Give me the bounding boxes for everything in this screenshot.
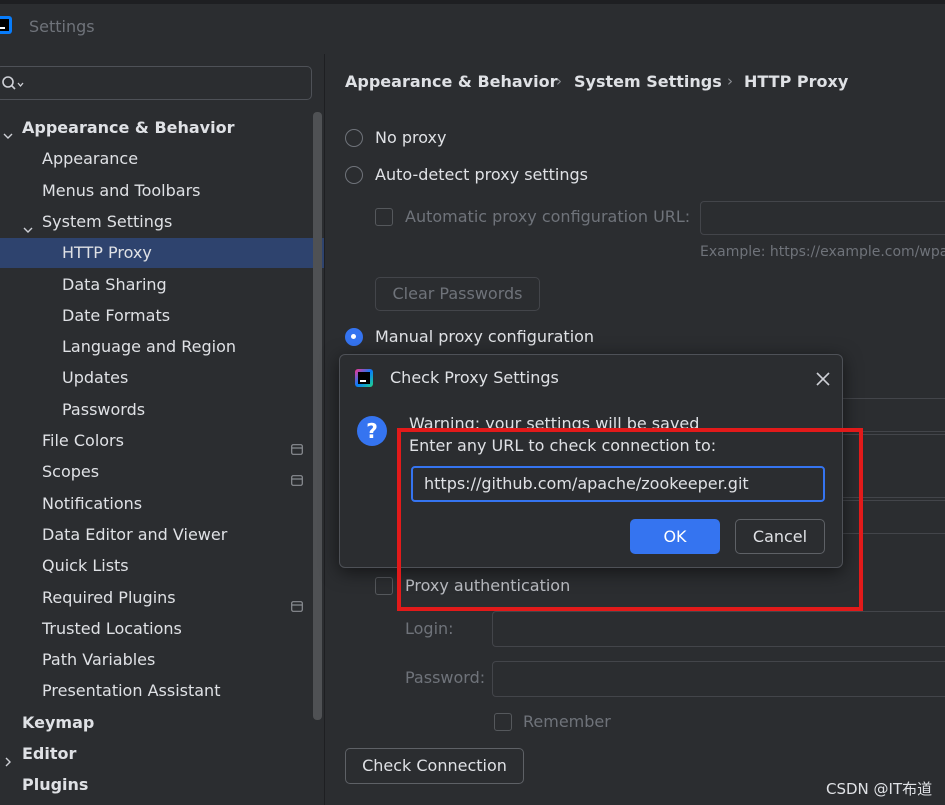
- sidebar-item-keymap[interactable]: Keymap: [0, 708, 324, 738]
- sidebar-item-label: Appearance: [42, 149, 139, 168]
- window-title: Settings: [29, 17, 95, 36]
- sidebar-item-system-settings[interactable]: System Settings: [0, 207, 324, 237]
- auto-detect-radio[interactable]: [345, 166, 363, 184]
- sidebar-item-notifications[interactable]: Notifications: [0, 489, 324, 519]
- sidebar-item-path-variables[interactable]: Path Variables: [0, 645, 324, 675]
- sidebar-item-label: Presentation Assistant: [42, 681, 221, 700]
- sidebar-item-label: Language and Region: [62, 337, 237, 356]
- breadcrumb-current: HTTP Proxy: [744, 72, 849, 91]
- sidebar-item-label: Required Plugins: [42, 588, 176, 607]
- sidebar-item-data-editor-and-viewer[interactable]: Data Editor and Viewer: [0, 520, 324, 550]
- sidebar-item-label: Notifications: [42, 494, 143, 513]
- manual-proxy-label: Manual proxy configuration: [375, 327, 595, 346]
- sidebar-item-editor[interactable]: Editor: [0, 739, 324, 769]
- svg-text:?: ?: [366, 419, 378, 443]
- sidebar-item-label: HTTP Proxy: [62, 243, 152, 262]
- app-logo-icon: [0, 16, 12, 34]
- project-level-icon: [291, 435, 303, 455]
- breadcrumb-item[interactable]: System Settings: [574, 72, 722, 91]
- settings-search-input[interactable]: [0, 66, 312, 100]
- search-icon[interactable]: [2, 76, 24, 92]
- annotation-highlight-box: [397, 428, 863, 611]
- dialog-app-icon: [355, 369, 373, 387]
- sidebar-item-label: Data Sharing: [62, 275, 167, 294]
- proxy-auth-checkbox[interactable]: [375, 577, 393, 595]
- project-level-icon: [291, 466, 303, 486]
- sidebar-item-plugins[interactable]: Plugins: [0, 770, 324, 800]
- sidebar-item-label: File Colors: [42, 431, 124, 450]
- sidebar-item-label: Plugins: [22, 775, 89, 794]
- auto-config-url-input[interactable]: [700, 201, 945, 235]
- sidebar-item-label: Updates: [62, 368, 129, 387]
- sidebar-item-label: Trusted Locations: [42, 619, 182, 638]
- sidebar-item-http-proxy[interactable]: HTTP Proxy: [0, 238, 324, 268]
- breadcrumb-separator-icon: ›: [727, 72, 733, 90]
- sidebar-item-label: Editor: [22, 744, 77, 763]
- sidebar-item-label: Appearance & Behavior: [22, 118, 235, 137]
- sidebar-item-updates[interactable]: Updates: [0, 363, 324, 393]
- sidebar-item-label: System Settings: [42, 212, 173, 231]
- auto-config-example: Example: https://example.com/wpa: [700, 244, 945, 260]
- sidebar-item-date-formats[interactable]: Date Formats: [0, 301, 324, 331]
- sidebar-item-label: Quick Lists: [42, 556, 129, 575]
- sidebar-item-label: Path Variables: [42, 650, 156, 669]
- sidebar-item-passwords[interactable]: Passwords: [0, 395, 324, 425]
- sidebar-item-label: Data Editor and Viewer: [42, 525, 228, 544]
- close-icon[interactable]: [815, 371, 831, 387]
- auto-config-url-label: Automatic proxy configuration URL:: [405, 207, 691, 226]
- login-label: Login:: [405, 619, 454, 638]
- auto-detect-label: Auto-detect proxy settings: [375, 165, 588, 184]
- remember-checkbox[interactable]: [494, 713, 512, 731]
- sidebar-item-required-plugins[interactable]: Required Plugins: [0, 583, 324, 613]
- password-input[interactable]: [492, 661, 945, 697]
- sidebar-item-presentation-assistant[interactable]: Presentation Assistant: [0, 676, 324, 706]
- manual-proxy-radio[interactable]: [345, 328, 363, 346]
- login-input[interactable]: [492, 611, 945, 647]
- no-proxy-label: No proxy: [375, 128, 447, 147]
- chevron-down-icon[interactable]: [22, 216, 34, 233]
- remember-label: Remember: [523, 712, 611, 731]
- watermark: CSDN @IT布道: [826, 780, 933, 798]
- project-level-icon: [291, 592, 303, 612]
- breadcrumb-separator-icon: ›: [556, 72, 562, 90]
- sidebar-item-language-and-region[interactable]: Language and Region: [0, 332, 324, 362]
- auto-config-url-checkbox[interactable]: [375, 208, 393, 226]
- sidebar-item-appearance-behavior[interactable]: Appearance & Behavior: [0, 113, 324, 143]
- sidebar-scrollbar[interactable]: [313, 112, 322, 720]
- sidebar-item-label: Keymap: [22, 713, 95, 732]
- title-bar: [0, 4, 945, 54]
- sidebar-item-menus-and-toolbars[interactable]: Menus and Toolbars: [0, 176, 324, 206]
- no-proxy-radio[interactable]: [345, 129, 363, 147]
- sidebar-item-label: Menus and Toolbars: [42, 181, 201, 200]
- sidebar-item-label: Date Formats: [62, 306, 171, 325]
- clear-passwords-button[interactable]: Clear Passwords: [375, 277, 540, 311]
- check-connection-button[interactable]: Check Connection: [345, 748, 524, 784]
- sidebar-item-file-colors[interactable]: File Colors: [0, 426, 324, 456]
- sidebar-item-data-sharing[interactable]: Data Sharing: [0, 270, 324, 300]
- breadcrumb-item[interactable]: Appearance & Behavior: [345, 72, 557, 91]
- sidebar-item-label: Scopes: [42, 462, 100, 481]
- sidebar-item-scopes[interactable]: Scopes: [0, 457, 324, 487]
- chevron-down-icon[interactable]: [2, 122, 14, 139]
- dialog-title: Check Proxy Settings: [390, 368, 559, 387]
- question-icon: ?: [356, 415, 388, 447]
- password-label: Password:: [405, 668, 486, 687]
- sidebar-item-quick-lists[interactable]: Quick Lists: [0, 551, 324, 581]
- sidebar-item-trusted-locations[interactable]: Trusted Locations: [0, 614, 324, 644]
- chevron-right-icon[interactable]: [2, 748, 14, 767]
- dialog-warning-clip: Warning: your settings will be saved: [409, 404, 809, 430]
- sidebar-item-appearance[interactable]: Appearance: [0, 144, 324, 174]
- sidebar-item-label: Passwords: [62, 400, 146, 419]
